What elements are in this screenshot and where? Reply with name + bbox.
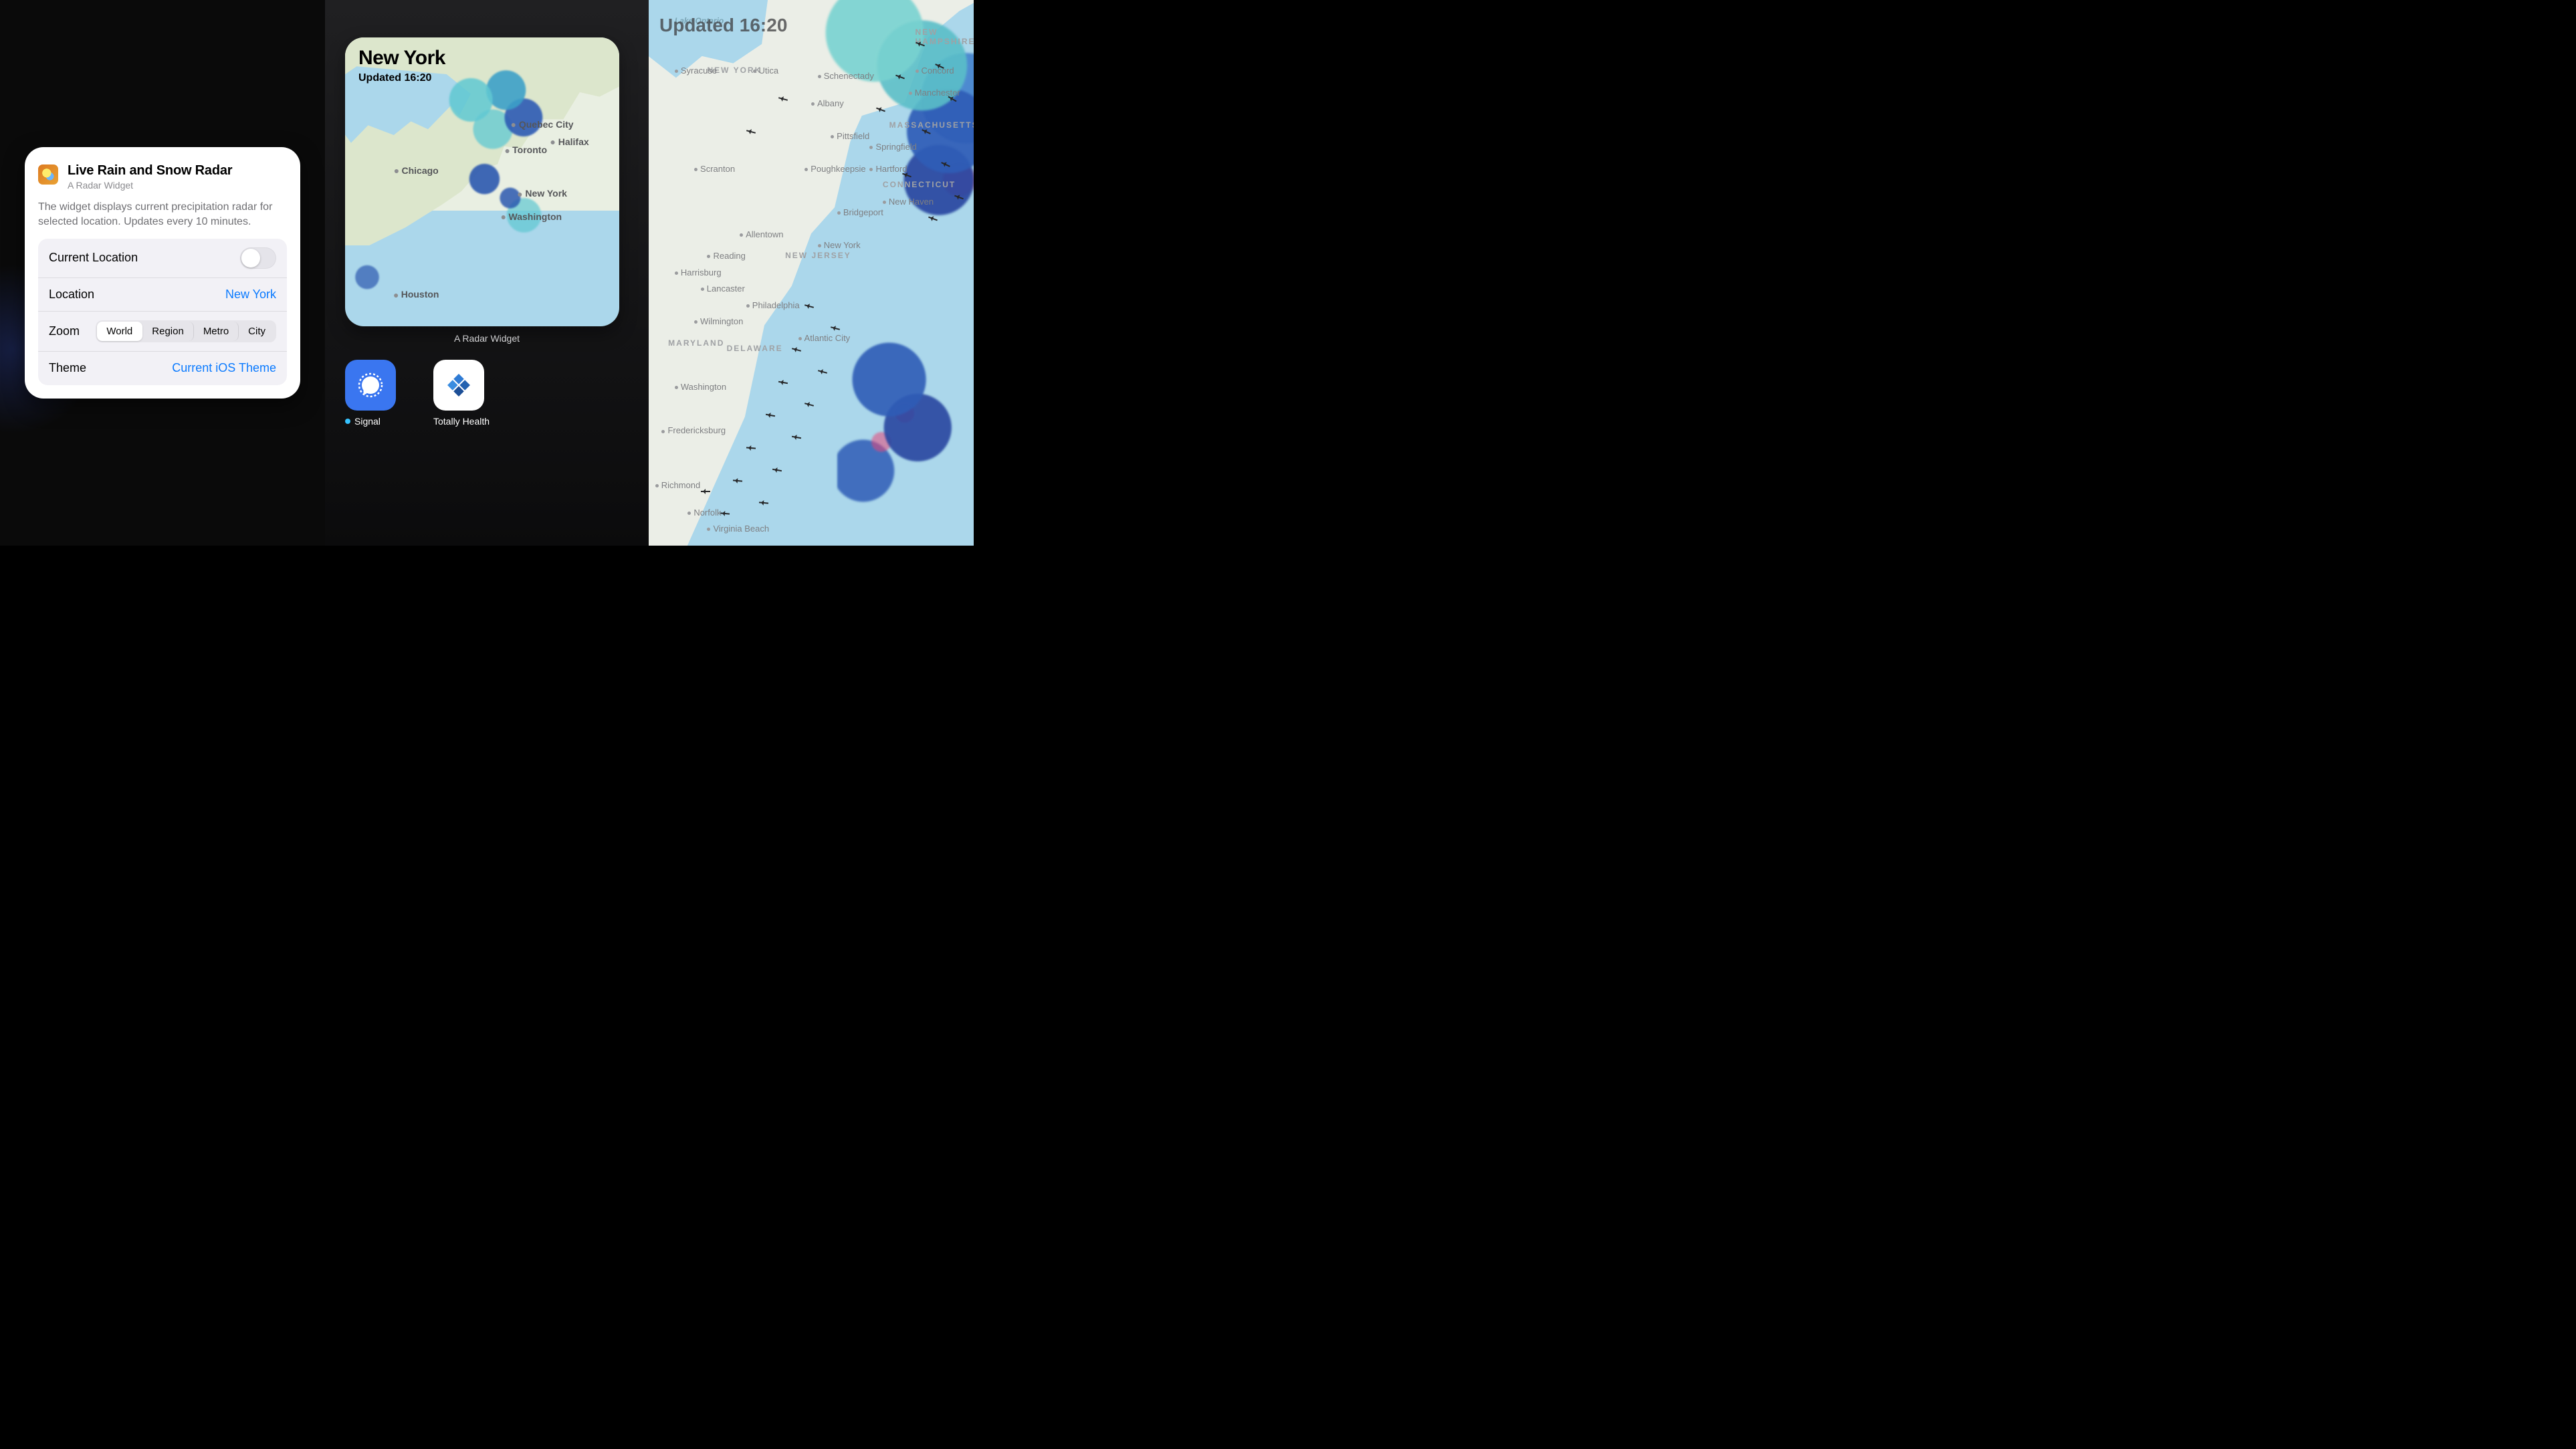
app-signal[interactable]: Signal <box>345 360 420 427</box>
wind-arrow-icon <box>818 370 827 374</box>
wind-arrow-icon <box>876 108 885 112</box>
large-map-updated-time: Updated 16:20 <box>659 15 787 36</box>
fullscreen-radar-panel[interactable]: Lake Ontario NEW YORKNEW HAMPSHIREMASSAC… <box>649 0 974 546</box>
widget-updated-time: Updated 16:20 <box>358 72 445 84</box>
app-label: Signal <box>345 416 420 427</box>
map-city-label: Halifax <box>551 136 589 147</box>
wind-arrow-icon <box>792 436 801 439</box>
row-theme[interactable]: Theme Current iOS Theme <box>38 352 287 385</box>
wind-arrow-icon <box>895 75 905 80</box>
map-city-label: New York <box>518 188 567 199</box>
widget-caption: A Radar Widget <box>345 333 629 344</box>
wind-arrow-icon <box>772 469 782 471</box>
map-city-label: Houston <box>394 289 439 300</box>
settings-panel: Live Rain and Snow Radar A Radar Widget … <box>0 0 325 546</box>
app-label: Totally Health <box>433 416 508 427</box>
wind-arrow-icon <box>948 96 957 102</box>
wind-arrow-icon <box>778 381 788 384</box>
zoom-label: Zoom <box>49 324 80 338</box>
wind-arrow-icon <box>831 326 840 330</box>
wind-arrow-icon <box>701 491 710 492</box>
theme-label: Theme <box>49 361 86 375</box>
zoom-option-region[interactable]: Region <box>142 322 194 341</box>
app-icon <box>433 360 484 411</box>
settings-group: Current Location Location New York Zoom … <box>38 239 287 385</box>
wind-arrow-icon <box>954 195 964 199</box>
settings-subtitle: A Radar Widget <box>68 180 232 191</box>
map-city-label: Chicago <box>394 165 438 176</box>
zoom-option-metro[interactable]: Metro <box>194 322 239 341</box>
settings-description: The widget displays current precipitatio… <box>38 200 287 229</box>
location-value: New York <box>225 288 276 302</box>
wind-arrow-icon <box>759 501 768 504</box>
zoom-segmented: WorldRegionMetroCity <box>96 320 276 342</box>
wind-arrow-icon <box>804 304 814 308</box>
wind-arrow-icon <box>916 42 925 47</box>
home-screen-panel: Quebec City Halifax Toronto Chicago New York… <box>325 0 649 546</box>
wind-arrow-icon <box>778 97 788 101</box>
notification-dot-icon <box>345 419 350 424</box>
wind-arrow-icon <box>766 414 775 417</box>
map-city-label: Toronto <box>505 144 547 155</box>
radar-map-large: Lake Ontario NEW YORKNEW HAMPSHIREMASSAC… <box>649 0 974 546</box>
zoom-option-world[interactable]: World <box>97 322 142 341</box>
widget-header: New York Updated 16:20 <box>358 47 445 84</box>
app-icon <box>345 360 396 411</box>
current-location-toggle[interactable] <box>240 247 276 269</box>
row-current-location: Current Location <box>38 239 287 278</box>
wind-arrow-icon <box>928 217 938 221</box>
apps-row: Signal Totally Health <box>345 360 629 427</box>
row-location[interactable]: Location New York <box>38 278 287 312</box>
map-city-label: Quebec City <box>512 119 574 130</box>
wind-arrow-icon <box>942 162 951 167</box>
current-location-label: Current Location <box>49 251 138 265</box>
wind-arrow-icon <box>746 447 756 449</box>
radar-app-icon <box>38 164 58 185</box>
wind-arrow-icon <box>720 512 730 514</box>
wind-arrow-icon <box>792 348 801 352</box>
wind-arrow-icon <box>922 129 931 134</box>
wind-arrow-icon <box>746 130 756 134</box>
settings-title: Live Rain and Snow Radar <box>68 163 232 179</box>
app-totally-health[interactable]: Totally Health <box>433 360 508 427</box>
settings-header: Live Rain and Snow Radar A Radar Widget <box>38 163 287 191</box>
radar-widget[interactable]: Quebec City Halifax Toronto Chicago New York… <box>345 37 619 326</box>
widget-settings-card: Live Rain and Snow Radar A Radar Widget … <box>25 147 300 398</box>
wind-arrow-icon <box>804 403 814 407</box>
map-city-label: Washington <box>502 211 562 222</box>
wind-arrow-icon <box>733 479 742 481</box>
row-zoom: Zoom WorldRegionMetroCity <box>38 312 287 352</box>
theme-value: Current iOS Theme <box>172 361 276 375</box>
wind-arrow-icon <box>902 173 911 178</box>
wind-arrow-icon <box>935 64 944 69</box>
zoom-option-city[interactable]: City <box>239 322 275 341</box>
location-label: Location <box>49 288 94 302</box>
widget-location-title: New York <box>358 47 445 70</box>
